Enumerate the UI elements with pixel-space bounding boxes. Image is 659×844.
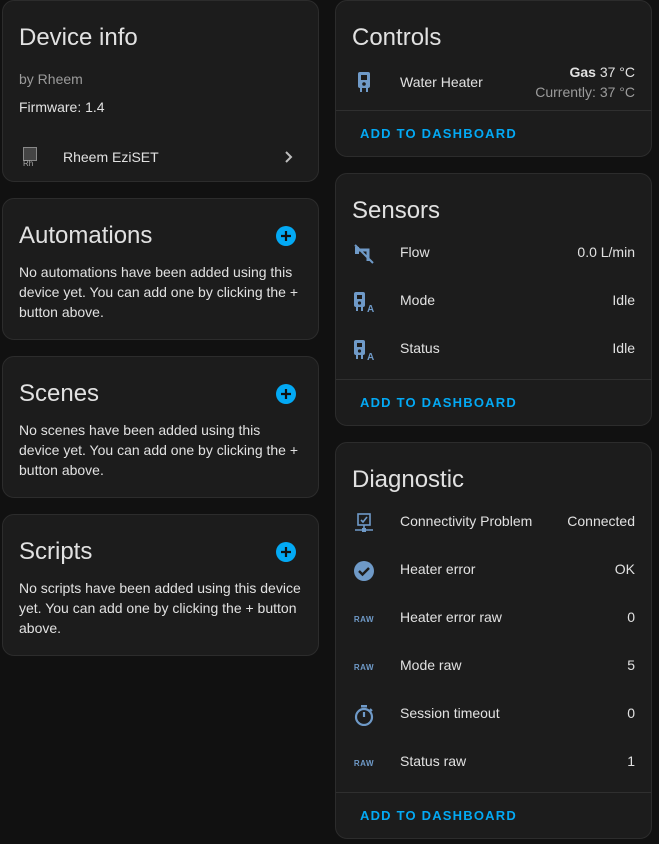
diagnostic-add-to-dashboard-button[interactable]: ADD TO DASHBOARD (360, 808, 517, 823)
diagnostic-value: 5 (627, 657, 635, 673)
automations-empty-text: No automations have been added using thi… (19, 264, 299, 320)
diagnostic-value: OK (614, 561, 635, 577)
diagnostic-row-session-timeout[interactable]: Session timeout 0 (336, 691, 651, 739)
check-circle-icon (352, 559, 376, 583)
raw-icon: RAW (352, 751, 376, 775)
raw-icon-text: RAW (353, 758, 375, 768)
water-heater-label: Water Heater (400, 74, 483, 90)
integration-row[interactable]: Rh Rheem EziSET (3, 137, 318, 177)
diagnostic-value: 0 (627, 609, 635, 625)
raw-icon-text: RAW (353, 614, 375, 624)
raw-icon: RAW (352, 607, 376, 631)
diagnostic-row-status-raw[interactable]: RAW Status raw 1 (336, 739, 651, 787)
controls-add-to-dashboard-button[interactable]: ADD TO DASHBOARD (360, 126, 517, 141)
svg-text:A: A (367, 352, 374, 361)
controls-card: Controls Water Heater Gas 37 °C Currentl… (335, 0, 652, 157)
water-heater-state: Gas 37 °C (569, 64, 635, 80)
diagnostic-label: Connectivity Problem (400, 513, 533, 529)
sensor-row-status[interactable]: A Status Idle (336, 326, 651, 374)
add-automation-button[interactable] (276, 226, 296, 246)
diagnostic-label: Heater error raw (400, 609, 502, 625)
timer-icon (352, 703, 376, 727)
sensor-label: Flow (400, 244, 430, 260)
sensor-row-mode[interactable]: A Mode Idle (336, 278, 651, 326)
diagnostic-card: Diagnostic Connectivity Problem Connecte… (335, 442, 652, 839)
sensors-divider (336, 379, 651, 380)
water-heater-current: Currently: 37 °C (535, 84, 635, 100)
water-off-icon (352, 242, 376, 266)
scripts-title: Scripts (19, 538, 93, 565)
lan-check-icon (352, 511, 376, 535)
sensors-add-to-dashboard-button[interactable]: ADD TO DASHBOARD (360, 395, 517, 410)
sensor-label: Mode (400, 292, 436, 308)
sensors-card: Sensors Flow 0.0 L/min A Mode Idle A Sta… (335, 173, 652, 426)
scenes-empty-text: No scenes have been added using this dev… (19, 422, 299, 478)
diagnostic-title: Diagnostic (352, 466, 465, 493)
water-heater-target: 37 °C (599, 64, 635, 80)
diagnostic-row-heater-error-raw[interactable]: RAW Heater error raw 0 (336, 595, 651, 643)
sensor-value: Idle (612, 340, 635, 356)
diagnostic-row-mode-raw[interactable]: RAW Mode raw 5 (336, 643, 651, 691)
integration-logo-icon: Rh (23, 147, 43, 167)
diagnostic-row-heater-error[interactable]: Heater error OK (336, 547, 651, 595)
manufacturer-text: by Rheem (19, 71, 83, 87)
automations-card: Automations No automations have been add… (2, 198, 319, 340)
sensor-label: Status (400, 340, 440, 356)
automations-title: Automations (19, 222, 153, 249)
sensors-title: Sensors (352, 197, 441, 224)
sensor-value: 0.0 L/min (577, 244, 635, 260)
diagnostic-label: Status raw (400, 753, 467, 769)
water-heater-text-icon: A (352, 290, 376, 314)
add-scene-button[interactable] (276, 384, 296, 404)
diagnostic-label: Mode raw (400, 657, 462, 673)
sensor-row-flow[interactable]: Flow 0.0 L/min (336, 230, 651, 278)
chevron-right-icon (282, 150, 296, 169)
diagnostic-label: Session timeout (400, 705, 500, 721)
controls-divider (336, 110, 651, 111)
diagnostic-value: Connected (567, 513, 635, 529)
integration-name: Rheem EziSET (63, 149, 159, 165)
water-heater-text-icon: A (352, 338, 376, 362)
sensor-value: Idle (612, 292, 635, 308)
scenes-title: Scenes (19, 380, 100, 407)
svg-text:A: A (367, 304, 374, 313)
controls-title: Controls (352, 24, 442, 51)
water-heater-mode: Gas (569, 64, 596, 80)
diagnostic-value: 1 (627, 753, 635, 769)
add-script-button[interactable] (276, 542, 296, 562)
scripts-card: Scripts No scripts have been added using… (2, 514, 319, 656)
scenes-card: Scenes No scenes have been added using t… (2, 356, 319, 498)
diagnostic-label: Heater error (400, 561, 476, 577)
device-info-title: Device info (19, 24, 138, 51)
scripts-empty-text: No scripts have been added using this de… (19, 580, 301, 636)
water-heater-row[interactable]: Water Heater Gas 37 °C Currently: 37 °C (336, 58, 651, 106)
device-info-card: Device info by Rheem Firmware: 1.4 Rh Rh… (2, 0, 319, 182)
diagnostic-row-connectivity[interactable]: Connectivity Problem Connected (336, 499, 651, 547)
water-heater-icon (352, 70, 376, 94)
raw-icon-text: RAW (353, 662, 375, 672)
diagnostic-divider (336, 792, 651, 793)
firmware-text: Firmware: 1.4 (19, 99, 105, 115)
integration-logo-alt: Rh (23, 159, 34, 167)
diagnostic-value: 0 (627, 705, 635, 721)
raw-icon: RAW (352, 655, 376, 679)
